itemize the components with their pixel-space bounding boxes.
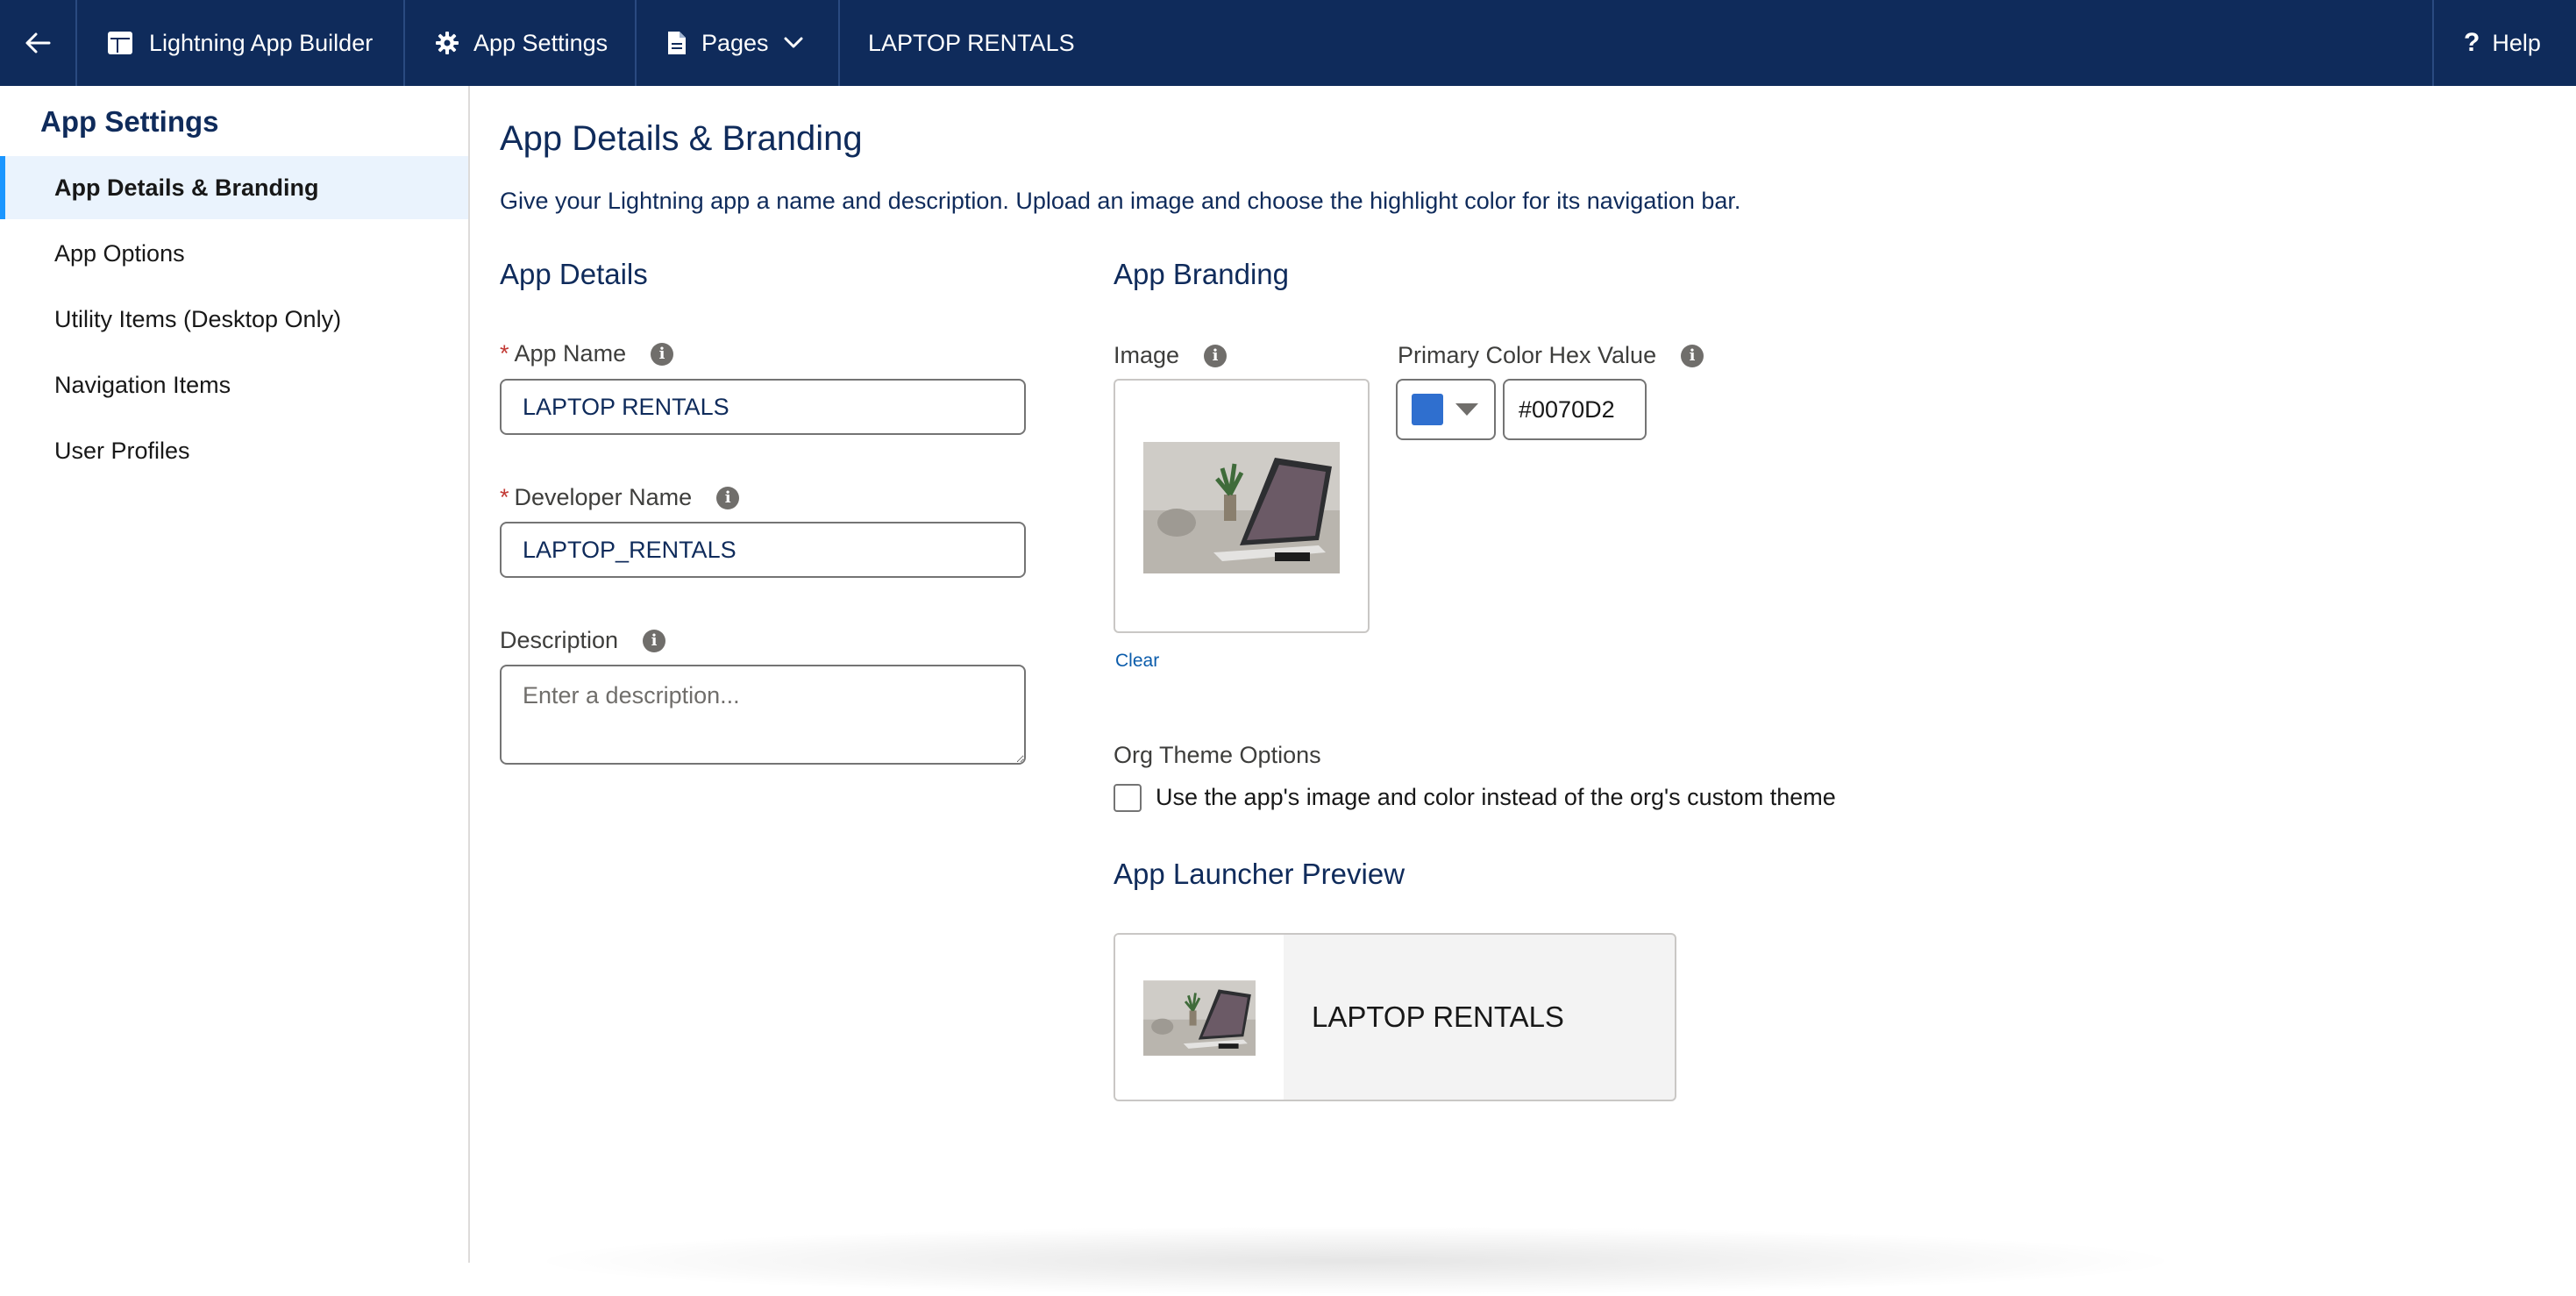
arrow-left-icon (25, 32, 51, 53)
developer-name-input[interactable]: LAPTOP_RENTALS (500, 522, 1026, 578)
description-label: Description i (500, 627, 666, 654)
sidebar-item-app-options[interactable]: App Options (0, 222, 468, 285)
org-theme-label-text: Org Theme Options (1114, 742, 1321, 768)
color-picker-button[interactable] (1396, 379, 1496, 440)
info-icon[interactable]: i (716, 486, 740, 509)
page-title: App Details & Branding (500, 119, 863, 158)
settings-sidebar: App Settings App Details & Branding App … (0, 86, 470, 1263)
page-description: Give your Lightning app a name and descr… (500, 188, 1741, 214)
app-name-value: LAPTOP RENTALS (523, 393, 729, 420)
pages-dropdown[interactable]: Pages (637, 0, 840, 86)
app-title: LAPTOP RENTALS (840, 0, 2432, 86)
app-image-uploader[interactable] (1114, 379, 1370, 633)
launcher-image-area (1115, 935, 1284, 1100)
lightning-app-builder-label: Lightning App Builder (149, 29, 374, 56)
developer-name-label: * Developer Name i (500, 484, 740, 511)
primary-color-label: Primary Color Hex Value i (1398, 342, 1704, 369)
app-settings-label: App Settings (473, 29, 608, 56)
hex-color-input[interactable]: #0070D2 (1503, 379, 1647, 440)
info-icon[interactable]: i (1681, 344, 1704, 367)
image-label: Image i (1114, 342, 1228, 369)
org-theme-checkbox[interactable] (1114, 784, 1142, 812)
app-name-label: * App Name i (500, 340, 674, 367)
info-icon[interactable]: i (1204, 344, 1228, 367)
sidebar-item-label: Utility Items (Desktop Only) (54, 305, 342, 332)
app-settings-button[interactable]: App Settings (405, 0, 637, 86)
launcher-app-name: LAPTOP RENTALS (1312, 1000, 1564, 1033)
help-button[interactable]: ? Help (2432, 0, 2576, 86)
main-content: App Details & Branding Give your Lightni… (470, 86, 2576, 1296)
launcher-laptop-image (1143, 980, 1256, 1056)
app-builder-icon (108, 32, 132, 54)
required-marker: * (500, 340, 509, 367)
caret-down-icon (1455, 403, 1478, 416)
info-icon[interactable]: i (643, 629, 666, 652)
footer-shadow (523, 1226, 2188, 1296)
sidebar-item-label: App Options (54, 239, 185, 267)
sidebar-item-label: User Profiles (54, 437, 190, 464)
app-details-heading: App Details (500, 258, 648, 290)
back-button[interactable] (0, 0, 77, 86)
gear-icon (436, 32, 459, 54)
color-swatch (1412, 394, 1443, 425)
developer-name-label-text: Developer Name (514, 484, 693, 510)
hex-color-value: #0070D2 (1519, 395, 1615, 423)
app-branding-heading: App Branding (1114, 258, 1289, 290)
pages-label: Pages (701, 29, 769, 56)
sidebar-item-user-profiles[interactable]: User Profiles (0, 419, 468, 482)
description-textarea[interactable] (500, 665, 1026, 765)
sidebar-heading: App Settings (40, 105, 219, 138)
org-theme-checkbox-label: Use the app's image and color instead of… (1156, 784, 1836, 810)
clear-image-link[interactable]: Clear (1115, 651, 1159, 672)
required-marker: * (500, 484, 509, 510)
info-icon[interactable]: i (651, 342, 674, 366)
sidebar-item-app-details-branding[interactable]: App Details & Branding (0, 156, 468, 219)
app-launcher-preview-card: LAPTOP RENTALS (1114, 933, 1676, 1101)
app-launcher-preview-heading: App Launcher Preview (1114, 858, 1405, 890)
lightning-app-builder-button[interactable]: Lightning App Builder (77, 0, 405, 86)
sidebar-item-label: App Details & Branding (54, 174, 319, 201)
laptop-image (1143, 442, 1340, 573)
developer-name-value: LAPTOP_RENTALS (523, 536, 737, 563)
sidebar-item-navigation-items[interactable]: Navigation Items (0, 353, 468, 417)
app-builder-header: Lightning App Builder App Settings Pages… (0, 0, 2576, 86)
app-title-label: LAPTOP RENTALS (868, 29, 1075, 56)
question-icon: ? (2464, 28, 2480, 57)
primary-color-label-text: Primary Color Hex Value (1398, 342, 1657, 368)
sidebar-item-utility-items[interactable]: Utility Items (Desktop Only) (0, 288, 468, 351)
app-name-label-text: App Name (514, 340, 627, 367)
image-label-text: Image (1114, 342, 1180, 368)
page-icon (668, 32, 686, 54)
org-theme-label: Org Theme Options (1114, 742, 1321, 769)
sidebar-item-label: Navigation Items (54, 371, 231, 398)
description-label-text: Description (500, 627, 619, 653)
app-name-input[interactable]: LAPTOP RENTALS (500, 379, 1026, 435)
chevron-down-icon (784, 37, 803, 48)
help-label: Help (2492, 29, 2541, 56)
